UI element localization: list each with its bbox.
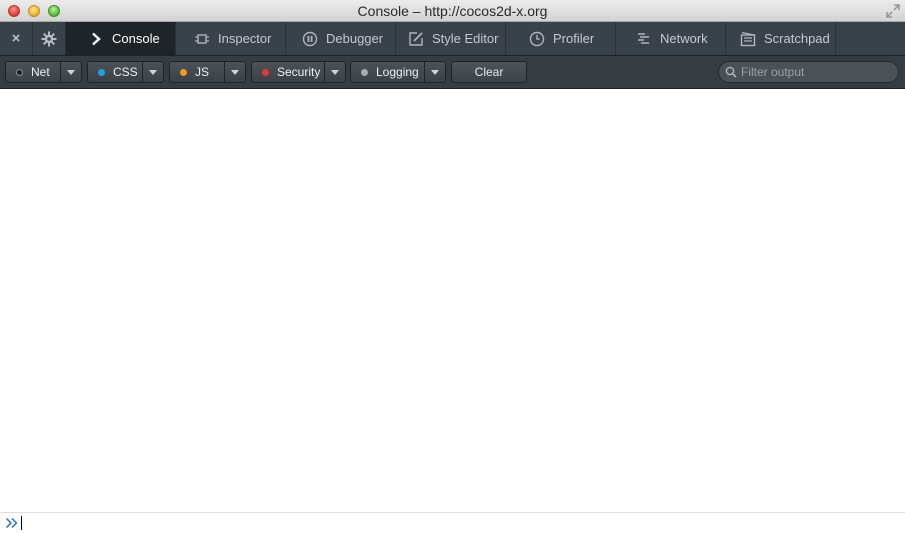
console-input-line[interactable] bbox=[0, 512, 905, 533]
close-icon: × bbox=[11, 30, 21, 47]
scratchpad-icon bbox=[740, 31, 756, 47]
tab-debugger[interactable]: Debugger bbox=[286, 22, 396, 55]
filter-label: Logging bbox=[376, 65, 419, 79]
settings-button[interactable] bbox=[32, 22, 66, 55]
filter-label: Security bbox=[277, 65, 321, 79]
text-cursor bbox=[21, 516, 22, 530]
window-title: Console – http://cocos2d-x.org bbox=[357, 3, 548, 19]
chevron-down-icon bbox=[431, 69, 439, 75]
security-status-dot bbox=[262, 68, 269, 76]
title-bar: Console – http://cocos2d-x.org bbox=[0, 0, 905, 22]
net-status-dot bbox=[16, 68, 23, 76]
network-icon bbox=[636, 31, 652, 47]
filter-output-input[interactable] bbox=[741, 65, 891, 79]
filter-js-dropdown[interactable] bbox=[224, 62, 245, 82]
tab-label: Profiler bbox=[553, 31, 595, 46]
tab-inspector[interactable]: Inspector bbox=[176, 22, 286, 55]
tab-scratchpad[interactable]: Scratchpad bbox=[726, 22, 836, 55]
tab-console[interactable]: Console bbox=[66, 22, 176, 55]
logging-status-dot bbox=[361, 68, 368, 76]
tab-style-editor[interactable]: Style Editor bbox=[396, 22, 506, 55]
double-chevron-right-icon bbox=[5, 517, 18, 529]
filter-label: Net bbox=[31, 65, 50, 79]
chevron-right-icon bbox=[88, 31, 104, 47]
gear-icon bbox=[41, 31, 56, 46]
js-status-dot bbox=[180, 68, 187, 76]
filter-logging-button[interactable]: Logging bbox=[350, 61, 446, 83]
tab-network[interactable]: Network bbox=[616, 22, 726, 55]
filter-label: CSS bbox=[113, 65, 138, 79]
filter-net-dropdown[interactable] bbox=[60, 62, 81, 82]
search-icon bbox=[725, 66, 737, 78]
chevron-down-icon bbox=[231, 69, 239, 75]
filter-net-button[interactable]: Net bbox=[5, 61, 82, 83]
edit-icon bbox=[408, 31, 424, 47]
clock-icon bbox=[529, 31, 545, 47]
filter-css-button[interactable]: CSS bbox=[87, 61, 164, 83]
filter-security-dropdown[interactable] bbox=[324, 62, 345, 82]
css-status-dot bbox=[98, 68, 105, 76]
tab-label: Console bbox=[112, 31, 160, 46]
filter-logging-dropdown[interactable] bbox=[424, 62, 445, 82]
filter-label: JS bbox=[195, 65, 210, 79]
fullscreen-icon[interactable] bbox=[886, 4, 900, 18]
filter-css-dropdown[interactable] bbox=[142, 62, 163, 82]
tab-label: Style Editor bbox=[432, 31, 499, 46]
chevron-down-icon bbox=[149, 69, 157, 75]
console-output[interactable] bbox=[0, 89, 905, 512]
clear-button[interactable]: Clear bbox=[451, 61, 527, 83]
filter-output-field[interactable] bbox=[718, 61, 899, 83]
chevron-down-icon bbox=[67, 69, 75, 75]
tab-label: Debugger bbox=[326, 31, 384, 46]
filter-security-button[interactable]: Security bbox=[251, 61, 346, 83]
chevron-down-icon bbox=[331, 69, 339, 75]
tab-label: Inspector bbox=[218, 31, 272, 46]
tab-label: Scratchpad bbox=[764, 31, 830, 46]
pause-icon bbox=[302, 31, 318, 47]
filter-js-button[interactable]: JS bbox=[169, 61, 246, 83]
tab-label: Network bbox=[660, 31, 708, 46]
devtools-tab-bar: × Console Inspector Debugger Style Edito… bbox=[0, 22, 905, 56]
close-toolbox-button[interactable]: × bbox=[0, 22, 33, 55]
tab-profiler[interactable]: Profiler bbox=[506, 22, 616, 55]
inspector-icon bbox=[194, 31, 210, 47]
